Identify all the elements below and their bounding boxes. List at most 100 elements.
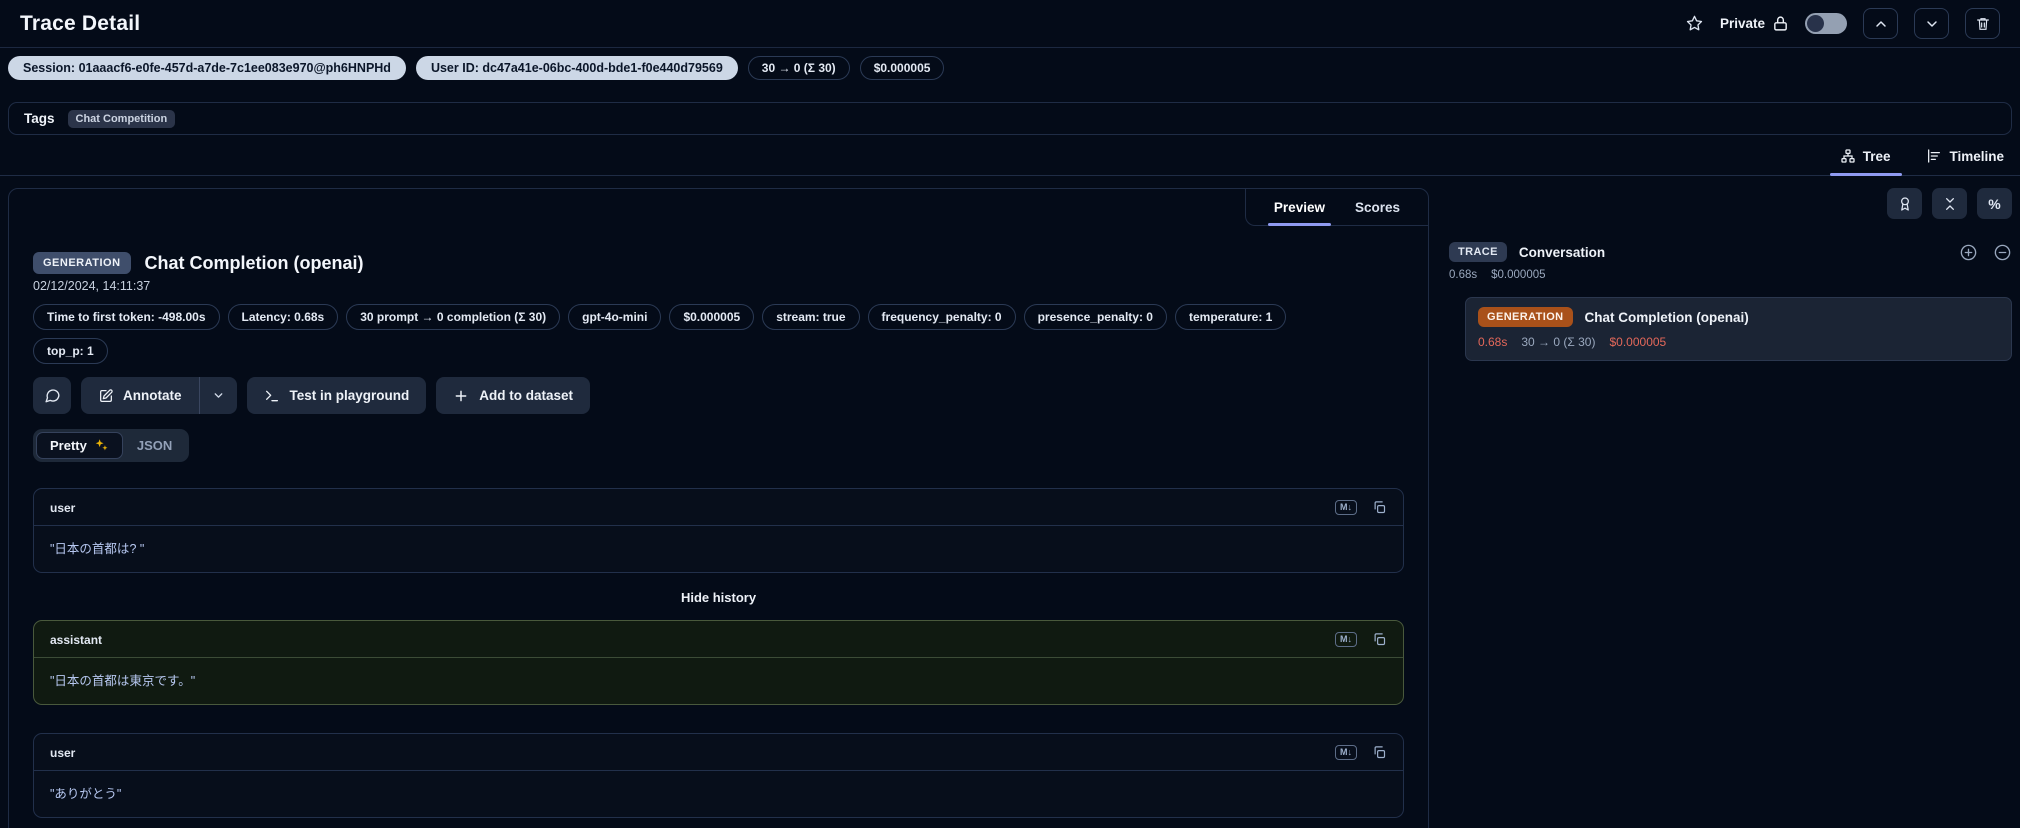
percent-icon: % bbox=[1988, 195, 2001, 212]
metric-pill: stream: true bbox=[762, 304, 860, 330]
message-card-user-2: user M↓ "ありがとう" bbox=[33, 733, 1404, 818]
annotate-pen-icon bbox=[100, 388, 113, 402]
message-card-user-1: user M↓ "日本の首都は? " bbox=[33, 488, 1404, 573]
session-badge[interactable]: Session: 01aaacf6-e0fe-457d-a7de-7c1ee08… bbox=[8, 56, 406, 80]
generation-node-metrics: 0.68s 30 → 0 (Σ 30) $0.000005 bbox=[1478, 335, 1999, 349]
metric-pill: top_p: 1 bbox=[33, 338, 108, 364]
lock-icon bbox=[1772, 15, 1789, 32]
message-role: user bbox=[50, 500, 76, 515]
generation-type-badge: GENERATION bbox=[33, 252, 131, 274]
copy-icon[interactable] bbox=[1372, 632, 1387, 647]
annotate-dropdown-button[interactable] bbox=[200, 377, 237, 414]
collapse-all-button[interactable] bbox=[1932, 188, 1967, 219]
sparkles-icon bbox=[95, 439, 108, 451]
tree-toolbar: % bbox=[1449, 188, 2012, 219]
markdown-toggle-icon[interactable]: M↓ bbox=[1335, 745, 1357, 760]
generation-name: Chat Completion (openai) bbox=[1584, 309, 1749, 325]
page-title: Trace Detail bbox=[20, 11, 141, 35]
generation-type-badge: GENERATION bbox=[1478, 307, 1573, 327]
generation-cost: $0.000005 bbox=[1609, 335, 1667, 349]
generation-node-header: GENERATION Chat Completion (openai) bbox=[1478, 307, 1999, 327]
tab-timeline-label: Timeline bbox=[1949, 148, 2004, 164]
chat-bubble-icon bbox=[44, 389, 60, 403]
comments-button[interactable] bbox=[33, 377, 71, 414]
format-toggle: Pretty JSON bbox=[33, 429, 190, 462]
privacy-label-group: Private bbox=[1720, 15, 1789, 32]
annotate-button[interactable]: Annotate bbox=[81, 377, 199, 414]
trace-type-badge: TRACE bbox=[1449, 242, 1507, 262]
tab-scores[interactable]: Scores bbox=[1355, 189, 1400, 225]
observation-body: GENERATION Chat Completion (openai) 02/1… bbox=[9, 226, 1428, 828]
trace-cost: $0.000005 bbox=[1491, 269, 1546, 281]
content-area: Preview Scores GENERATION Chat Completio… bbox=[0, 176, 2020, 828]
io-preview: user M↓ "日本の首都は? " Hide history assistan… bbox=[33, 488, 1404, 828]
page-header: Trace Detail Private bbox=[0, 0, 2020, 48]
chevron-up-icon bbox=[1875, 20, 1886, 27]
message-role: user bbox=[50, 745, 76, 760]
tab-preview[interactable]: Preview bbox=[1267, 189, 1332, 226]
message-content: "日本の首都は東京です。" bbox=[50, 674, 196, 688]
privacy-toggle[interactable] bbox=[1805, 13, 1847, 34]
trace-node[interactable]: TRACE Conversation bbox=[1449, 242, 2012, 262]
prev-trace-button[interactable] bbox=[1863, 8, 1898, 39]
metrics-toggle-button[interactable]: % bbox=[1977, 188, 2012, 219]
panel-tabs-row: Preview Scores bbox=[9, 189, 1428, 226]
annotate-split-button: Annotate bbox=[81, 377, 237, 414]
generation-latency: 0.68s bbox=[1478, 335, 1508, 349]
observation-title-row: GENERATION Chat Completion (openai) bbox=[33, 252, 1404, 274]
tab-timeline[interactable]: Timeline bbox=[1924, 140, 2006, 175]
chevron-down-icon bbox=[214, 393, 222, 398]
tab-tree[interactable]: Tree bbox=[1829, 140, 1903, 176]
copy-icon[interactable] bbox=[1372, 500, 1387, 515]
trace-meta-row: Session: 01aaacf6-e0fe-457d-a7de-7c1ee08… bbox=[0, 48, 2020, 90]
copy-icon[interactable] bbox=[1372, 745, 1387, 760]
tag-chip[interactable]: Chat Competition bbox=[67, 109, 176, 128]
annotate-label: Annotate bbox=[123, 388, 182, 403]
tree-expand-controls bbox=[1959, 243, 2012, 262]
generation-tree-node[interactable]: GENERATION Chat Completion (openai) 0.68… bbox=[1465, 297, 2012, 361]
panel-tabs: Preview Scores bbox=[1244, 189, 1428, 226]
user-id-badge[interactable]: User ID: dc47a41e-06bc-400d-bde1-f0e440d… bbox=[415, 56, 738, 80]
timeline-icon bbox=[1928, 149, 1941, 163]
metric-pill: 30 prompt → 0 completion (Σ 30) bbox=[346, 304, 561, 330]
expand-all-icon[interactable] bbox=[1959, 243, 1978, 262]
metric-pill: presence_penalty: 0 bbox=[1023, 304, 1167, 330]
collapse-node-icon[interactable] bbox=[1993, 243, 2012, 262]
hide-history-button[interactable]: Hide history bbox=[33, 573, 1404, 620]
fold-vertical-icon bbox=[1945, 197, 1954, 210]
token-usage-badge: 30 → 0 (Σ 30) bbox=[747, 56, 850, 80]
generation-tokens: 30 → 0 (Σ 30) bbox=[1521, 335, 1596, 349]
metric-pill: Latency: 0.68s bbox=[227, 304, 339, 330]
markdown-toggle-icon[interactable]: M↓ bbox=[1335, 632, 1357, 647]
toggle-knob bbox=[1807, 15, 1824, 32]
format-pretty-button[interactable]: Pretty bbox=[36, 432, 123, 459]
message-header: assistant M↓ bbox=[34, 621, 1403, 658]
delete-trace-button[interactable] bbox=[1965, 8, 2000, 39]
chevron-down-icon bbox=[1926, 20, 1937, 27]
message-role: assistant bbox=[50, 632, 103, 647]
markdown-toggle-icon[interactable]: M↓ bbox=[1335, 500, 1357, 515]
format-json-button[interactable]: JSON bbox=[123, 432, 186, 459]
tags-label: Tags bbox=[24, 111, 55, 126]
tree-icon bbox=[1841, 149, 1855, 163]
observation-panel: Preview Scores GENERATION Chat Completio… bbox=[8, 188, 1429, 828]
add-to-dataset-button[interactable]: Add to dataset bbox=[436, 377, 591, 414]
test-in-playground-button[interactable]: Test in playground bbox=[246, 377, 427, 414]
metric-pill: Time to first token: -498.00s bbox=[33, 304, 220, 330]
next-trace-button[interactable] bbox=[1914, 8, 1949, 39]
pretty-label: Pretty bbox=[50, 438, 87, 453]
plus-icon bbox=[455, 390, 467, 401]
star-icon[interactable] bbox=[1685, 14, 1704, 33]
observation-actions: Annotate Test in playground Add to datas… bbox=[33, 377, 1404, 414]
privacy-label: Private bbox=[1719, 16, 1765, 31]
scores-toggle-button[interactable] bbox=[1887, 188, 1922, 219]
metric-pill: frequency_penalty: 0 bbox=[867, 304, 1016, 330]
view-tabs: Tree Timeline bbox=[0, 135, 2020, 176]
metric-pill: $0.000005 bbox=[669, 304, 755, 330]
message-card-assistant: assistant M↓ "日本の首都は東京です。" bbox=[33, 620, 1404, 705]
observation-metrics: Time to first token: -498.00s Latency: 0… bbox=[33, 304, 1343, 364]
tags-bar: Tags Chat Competition bbox=[8, 102, 2012, 135]
playground-label: Test in playground bbox=[289, 388, 410, 403]
trace-name: Conversation bbox=[1518, 244, 1606, 260]
